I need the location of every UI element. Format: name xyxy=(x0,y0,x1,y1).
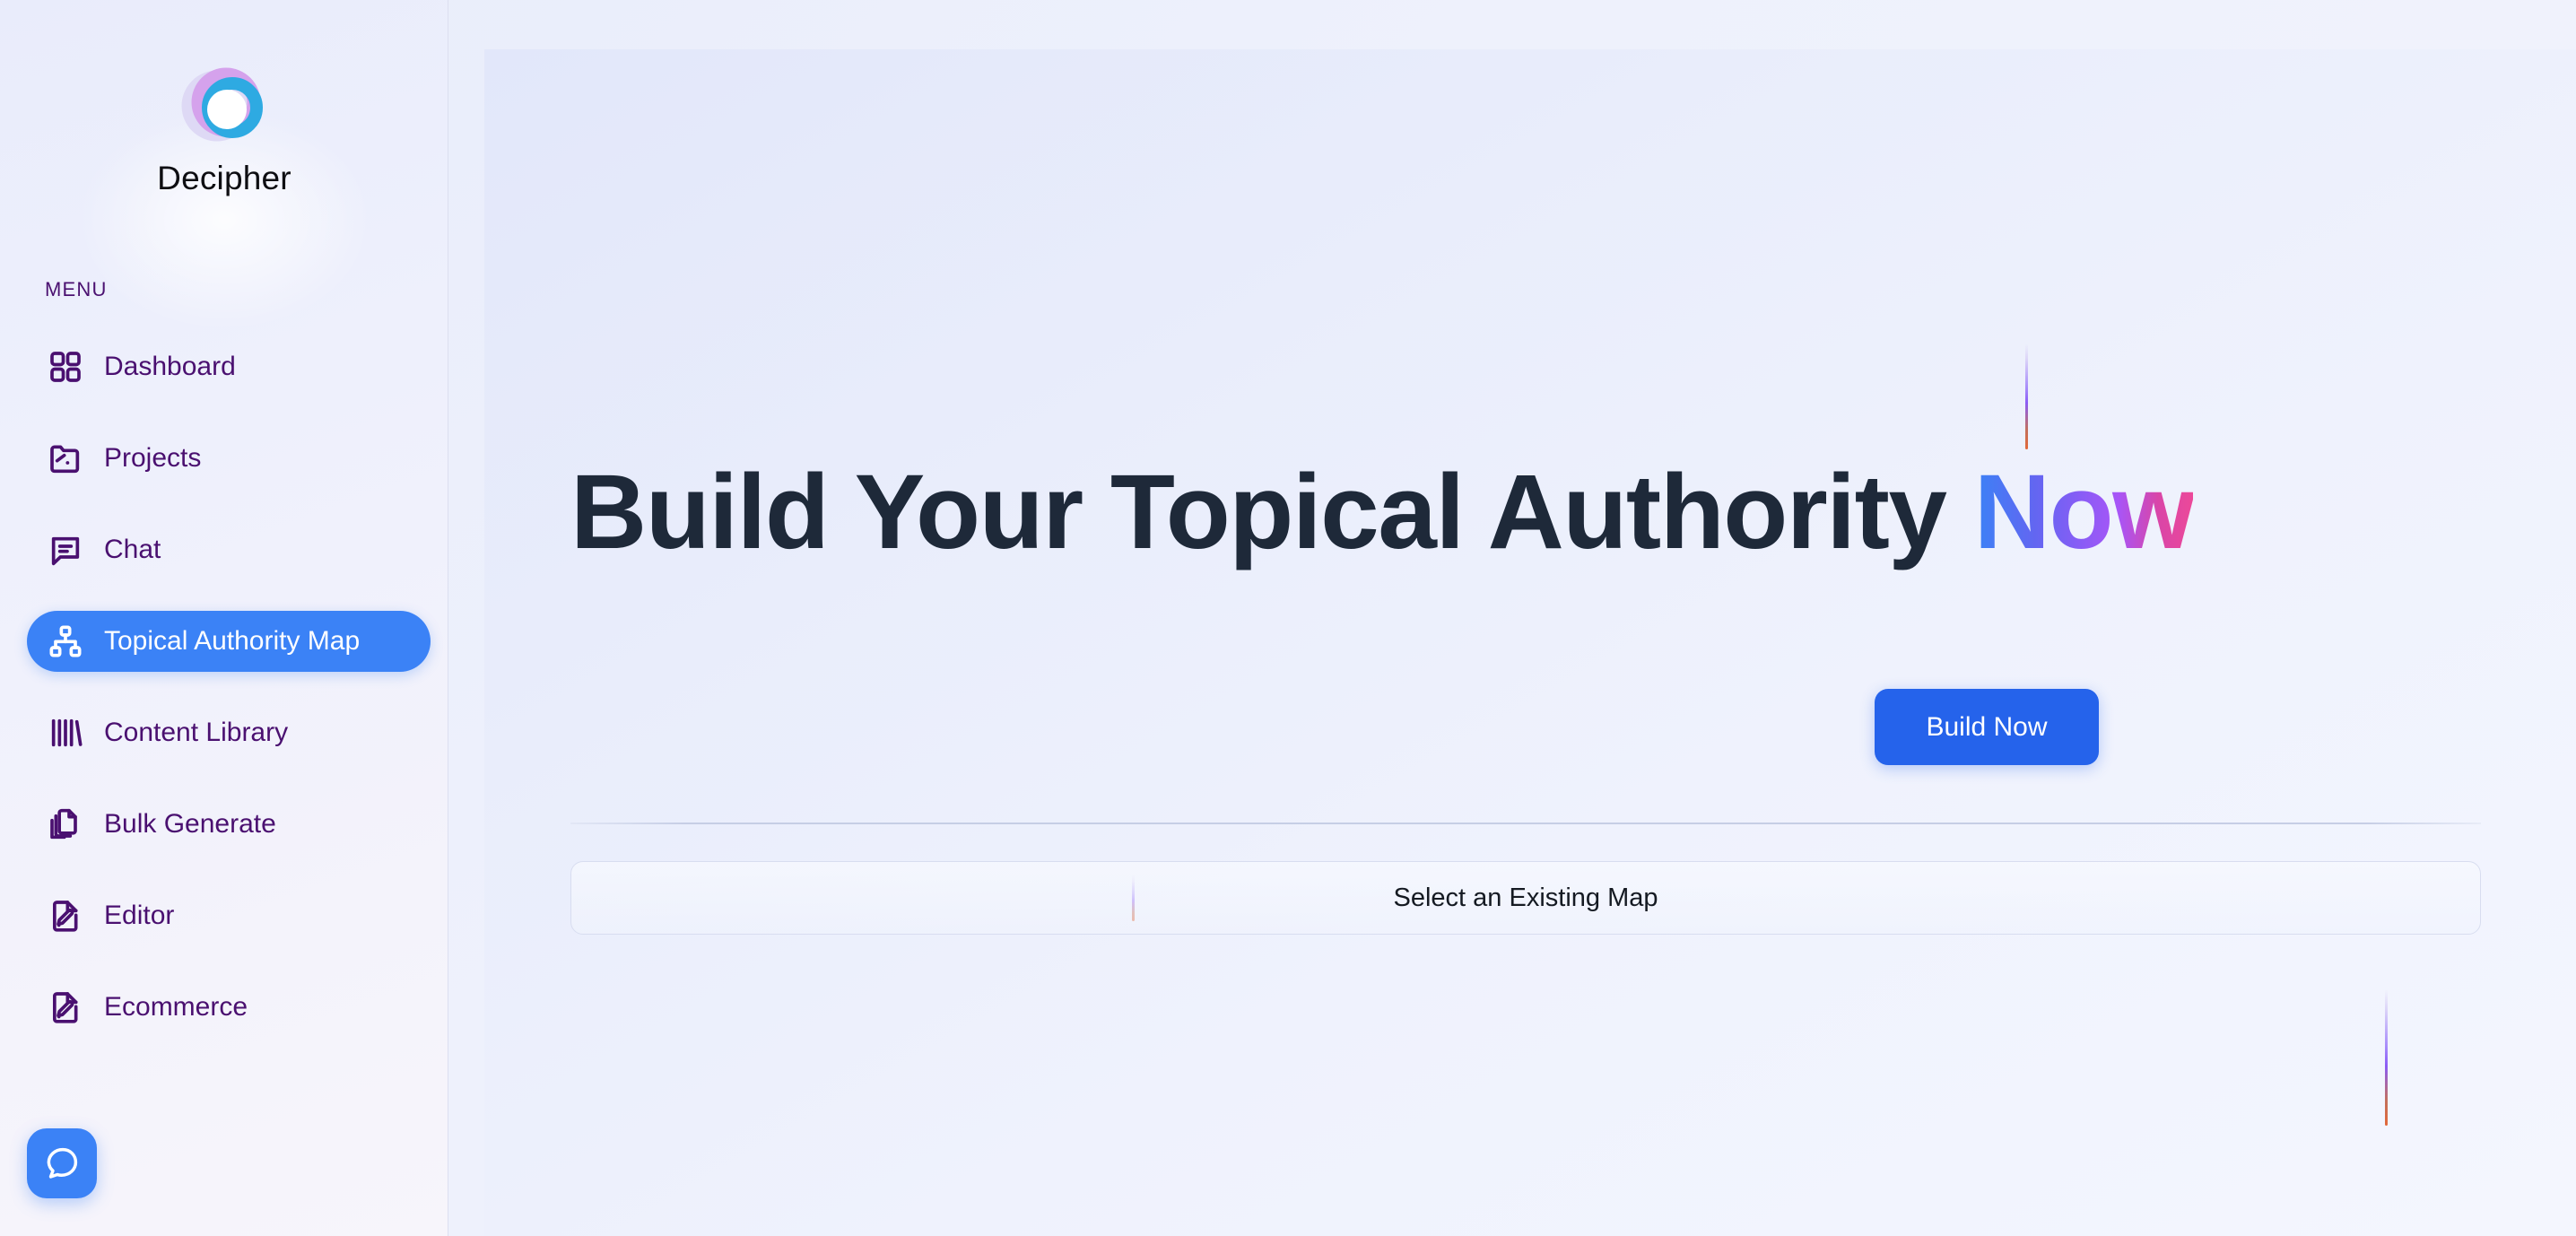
hero-section: Build Your Topical Authority Now Build N… xyxy=(484,49,2576,1236)
sidebar-item-chat[interactable]: Chat xyxy=(27,519,422,580)
chat-support-button[interactable] xyxy=(27,1128,97,1198)
copy-documents-icon xyxy=(47,805,84,843)
file-pencil-icon xyxy=(47,988,84,1026)
content-panel: Build Your Topical Authority Now Build N… xyxy=(484,49,2576,1236)
sidebar-nav: Dashboard Projects Chat Topical Authorit… xyxy=(0,336,448,1068)
sidebar-item-editor[interactable]: Editor xyxy=(27,885,422,946)
brand-header: Decipher xyxy=(0,0,448,332)
grid-icon xyxy=(47,348,84,386)
sidebar-item-label: Chat xyxy=(104,535,161,564)
select-existing-map-dropdown[interactable]: Select an Existing Map xyxy=(570,861,2481,935)
build-now-button[interactable]: Build Now xyxy=(1875,689,2099,765)
decorative-gradient-line xyxy=(2385,989,2388,1126)
sidebar-item-label: Bulk Generate xyxy=(104,809,276,839)
headline-accent: Now xyxy=(1973,453,2195,571)
sidebar-item-projects[interactable]: Projects xyxy=(27,428,422,489)
main-area: Build Your Topical Authority Now Build N… xyxy=(448,0,2576,1236)
chat-bubble-icon xyxy=(42,1144,82,1183)
sidebar-item-dashboard[interactable]: Dashboard xyxy=(27,336,422,397)
app-root: Decipher MENU Dashboard Projects Chat To… xyxy=(0,0,2576,1236)
sidebar-item-label: Content Library xyxy=(104,718,289,747)
sidebar-item-bulk-generate[interactable]: Bulk Generate xyxy=(27,794,422,855)
brand-name: Decipher xyxy=(157,160,292,196)
headline-prefix: Build Your Topical Authority xyxy=(570,453,1974,571)
library-books-icon xyxy=(47,714,84,752)
decorative-gradient-line xyxy=(2025,344,2028,449)
sidebar-item-label: Dashboard xyxy=(104,352,236,381)
sitemap-icon xyxy=(47,622,84,660)
sidebar-item-label: Projects xyxy=(104,443,202,473)
file-pencil-icon xyxy=(47,897,84,935)
select-existing-map-label: Select an Existing Map xyxy=(1393,883,1658,912)
sidebar-item-topical-authority-map[interactable]: Topical Authority Map xyxy=(27,611,431,672)
page-title: Build Your Topical Authority Now xyxy=(570,457,2481,569)
menu-section-label: MENU xyxy=(45,278,108,300)
sidebar-item-content-library[interactable]: Content Library xyxy=(27,702,422,763)
section-divider xyxy=(570,823,2481,824)
sidebar-item-label: Topical Authority Map xyxy=(104,626,361,656)
sidebar-item-label: Ecommerce xyxy=(104,992,248,1022)
decipher-rings-logo-icon xyxy=(175,56,274,154)
sidebar: Decipher MENU Dashboard Projects Chat To… xyxy=(0,0,448,1236)
sidebar-item-label: Editor xyxy=(104,901,175,930)
message-square-icon xyxy=(47,531,84,569)
folder-open-icon xyxy=(47,440,84,477)
sidebar-item-ecommerce[interactable]: Ecommerce xyxy=(27,977,422,1038)
